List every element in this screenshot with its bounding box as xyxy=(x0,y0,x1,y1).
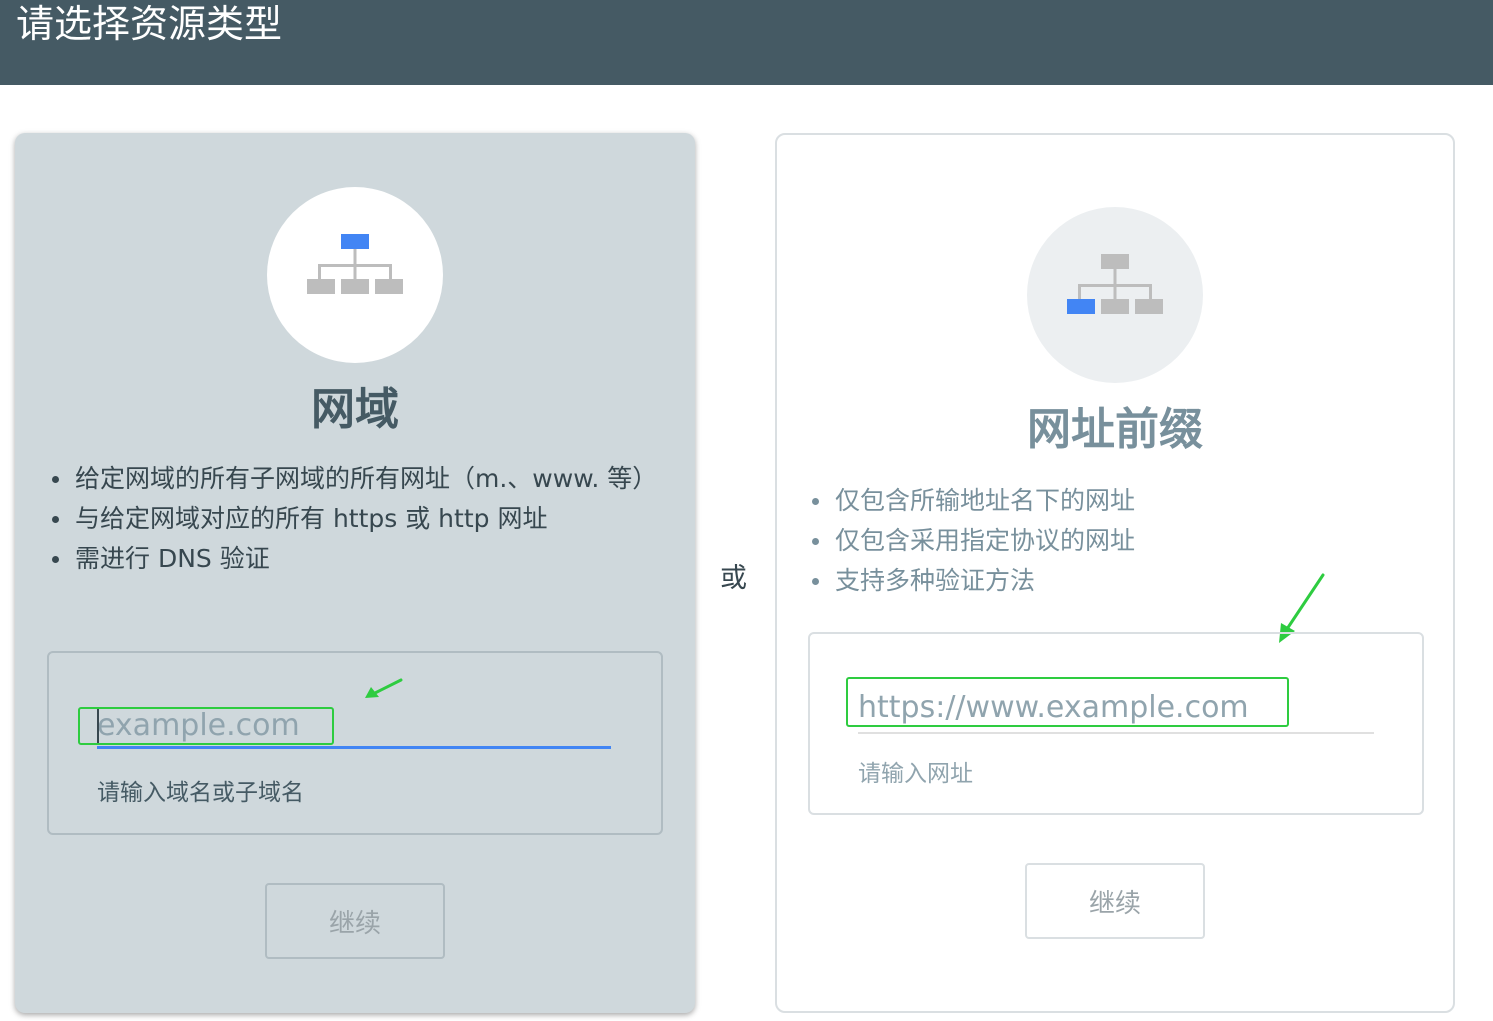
list-item: 仅包含所输地址名下的网址 xyxy=(811,481,1411,521)
list-item: 与给定网域对应的所有 https 或 http 网址 xyxy=(51,499,651,539)
page-header: 请选择资源类型 xyxy=(0,0,1493,85)
list-item: 需进行 DNS 验证 xyxy=(51,539,651,579)
sitemap-icon xyxy=(1067,254,1163,314)
domain-continue-button[interactable]: 继续 xyxy=(265,883,445,959)
annotation-highlight-box xyxy=(78,707,334,745)
domain-icon-circle xyxy=(267,187,443,363)
list-item: 给定网域的所有子网域的所有网址（m.、www. 等） xyxy=(51,459,657,499)
prefix-card-title: 网址前缀 xyxy=(1027,404,1203,455)
or-separator: 或 xyxy=(720,563,747,594)
sitemap-icon xyxy=(307,234,403,294)
annotation-arrow-icon xyxy=(365,678,403,698)
domain-card-title: 网域 xyxy=(311,384,399,435)
domain-feature-list: 给定网域的所有子网域的所有网址（m.、www. 等） 与给定网域对应的所有 ht… xyxy=(51,459,657,579)
url-prefix-property-card[interactable]: 网址前缀 仅包含所输地址名下的网址 仅包含采用指定协议的网址 支持多种验证方法 … xyxy=(775,133,1455,1013)
domain-input-box: 请输入域名或子域名 xyxy=(47,651,663,835)
prefix-continue-button[interactable]: 继续 xyxy=(1025,863,1205,939)
prefix-icon-circle xyxy=(1027,207,1203,383)
domain-input-hint: 请输入域名或子域名 xyxy=(97,780,304,806)
url-input-hint: 请输入网址 xyxy=(858,761,973,787)
domain-property-card[interactable]: 网域 给定网域的所有子网域的所有网址（m.、www. 等） 与给定网域对应的所有… xyxy=(15,133,695,1013)
page-title: 请选择资源类型 xyxy=(16,2,283,46)
url-input-box: 请输入网址 xyxy=(808,632,1424,815)
annotation-highlight-box xyxy=(846,677,1289,727)
list-item: 仅包含采用指定协议的网址 xyxy=(811,521,1411,561)
